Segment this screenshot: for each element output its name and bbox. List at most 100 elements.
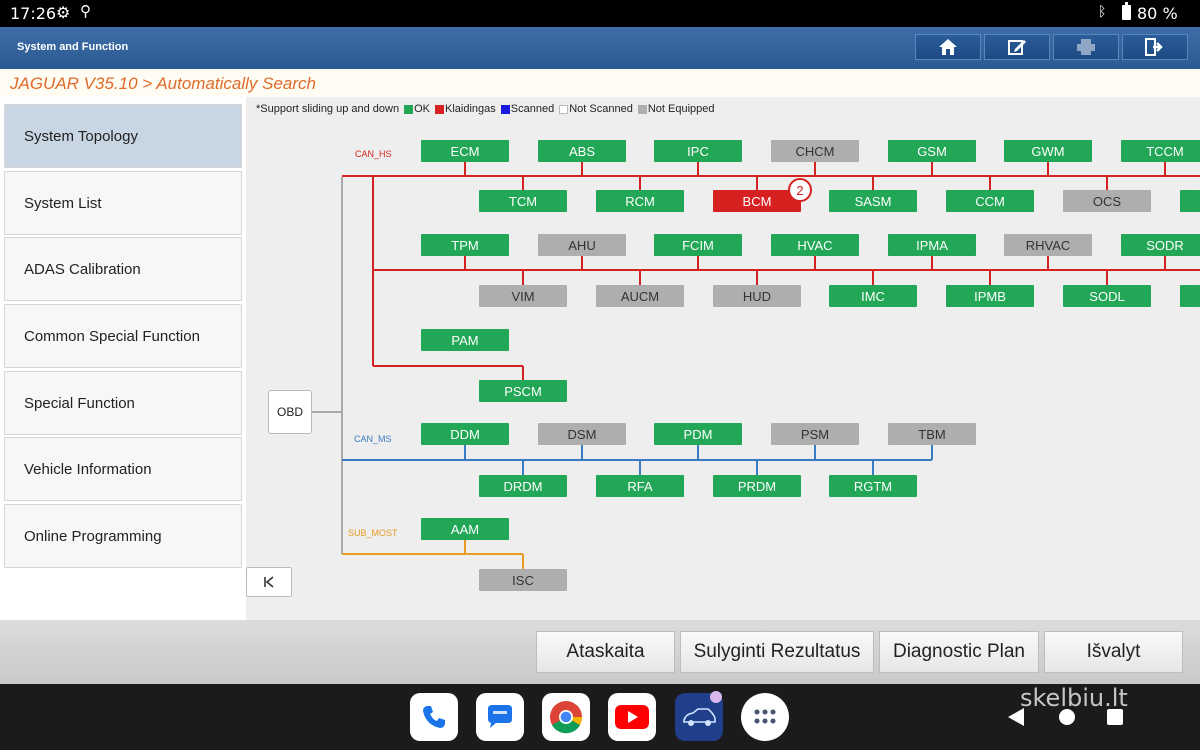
- print-button[interactable]: [1053, 34, 1119, 60]
- topology-panel[interactable]: *Support sliding up and down OK Klaiding…: [246, 97, 1200, 620]
- module-ocs[interactable]: OCS: [1063, 190, 1151, 212]
- chrome-icon: [550, 701, 583, 734]
- module-ccm[interactable]: CCM: [946, 190, 1034, 212]
- sidebar-item-adas-calibration[interactable]: ADAS Calibration: [4, 237, 242, 301]
- sidebar: System Topology System List ADAS Calibra…: [0, 97, 246, 620]
- youtube-app[interactable]: [608, 693, 656, 741]
- sidebar-item-online-programming[interactable]: Online Programming: [4, 504, 242, 568]
- module-abs[interactable]: ABS: [538, 140, 626, 162]
- module-rgtm[interactable]: RGTM: [829, 475, 917, 497]
- module-ahu[interactable]: AHU: [538, 234, 626, 256]
- module-drdm[interactable]: DRDM: [479, 475, 567, 497]
- sidebar-item-system-topology[interactable]: System Topology: [4, 104, 242, 168]
- bus-label-can-hs: CAN_HS: [355, 149, 392, 159]
- module-imc[interactable]: IMC: [829, 285, 917, 307]
- clock: 17:26: [10, 4, 57, 23]
- module-pdm[interactable]: PDM: [654, 423, 742, 445]
- module-ipc[interactable]: IPC: [654, 140, 742, 162]
- edit-icon: [1008, 40, 1026, 55]
- apps-grid-icon: [754, 709, 776, 724]
- messages-icon: [488, 705, 512, 728]
- module-hud[interactable]: HUD: [713, 285, 801, 307]
- module-vim[interactable]: VIM: [479, 285, 567, 307]
- car-icon: [683, 708, 716, 726]
- module-ecm[interactable]: ECM: [421, 140, 509, 162]
- fault-count-badge: 2: [788, 178, 812, 202]
- app-header: System and Function: [0, 27, 1200, 69]
- sidebar-item-vehicle-information[interactable]: Vehicle Information: [4, 437, 242, 501]
- sidebar-item-label: System List: [24, 195, 102, 212]
- phone-app[interactable]: [410, 693, 458, 741]
- sidebar-item-label: Vehicle Information: [24, 461, 152, 478]
- youtube-icon: [615, 705, 649, 729]
- module-gwm[interactable]: GWM: [1004, 140, 1092, 162]
- phone-icon: [423, 706, 445, 728]
- module-ipma[interactable]: IPMA: [888, 234, 976, 256]
- module-pam[interactable]: PAM: [421, 329, 509, 351]
- module-rcm[interactable]: RCM: [596, 190, 684, 212]
- sidebar-item-common-special-function[interactable]: Common Special Function: [4, 304, 242, 368]
- bus-label-sub-most: SUB_MOST: [348, 528, 398, 538]
- module-dsm[interactable]: DSM: [538, 423, 626, 445]
- diagnostic-plan-button[interactable]: Diagnostic Plan: [879, 631, 1039, 673]
- page-title: System and Function: [17, 41, 129, 53]
- sidebar-item-label: ADAS Calibration: [24, 261, 141, 278]
- sidebar-item-special-function[interactable]: Special Function: [4, 371, 242, 435]
- home-icon: [939, 39, 957, 55]
- module-hvac[interactable]: HVAC: [771, 234, 859, 256]
- obd-connector[interactable]: OBD: [268, 390, 312, 434]
- sidebar-item-label: Common Special Function: [24, 328, 200, 345]
- module-ipmb[interactable]: IPMB: [946, 285, 1034, 307]
- status-bar: 17:26 ⚙ ⚲ ᛒ 80 %: [0, 0, 1200, 27]
- notification-dot: [710, 691, 722, 703]
- sidebar-item-label: Online Programming: [24, 528, 162, 545]
- bus-label-can-ms: CAN_MS: [354, 434, 392, 444]
- module-tpm[interactable]: TPM: [421, 234, 509, 256]
- collapse-sidebar-button[interactable]: [246, 567, 292, 597]
- sidebar-item-label: Special Function: [24, 395, 135, 412]
- module-rhvac[interactable]: RHVAC: [1004, 234, 1092, 256]
- module-aucm[interactable]: AUCM: [596, 285, 684, 307]
- module-sodl[interactable]: SODL: [1063, 285, 1151, 307]
- chrome-app[interactable]: [542, 693, 590, 741]
- exit-button[interactable]: [1122, 34, 1188, 60]
- module-prdm[interactable]: PRDM: [713, 475, 801, 497]
- bus-lines: [312, 162, 1200, 569]
- printer-icon: [1077, 39, 1095, 55]
- edit-button[interactable]: [984, 34, 1050, 60]
- report-button[interactable]: Ataskaita: [536, 631, 675, 673]
- module-aam[interactable]: AAM: [421, 518, 509, 540]
- module-partial[interactable]: [1180, 190, 1200, 212]
- exit-icon: [1145, 38, 1163, 56]
- module-tcm[interactable]: TCM: [479, 190, 567, 212]
- module-ddm[interactable]: DDM: [421, 423, 509, 445]
- module-psm[interactable]: PSM: [771, 423, 859, 445]
- sidebar-item-system-list[interactable]: System List: [4, 171, 242, 235]
- android-nav-bar: skelbiu.lt: [0, 684, 1200, 750]
- module-tccm[interactable]: TCCM: [1121, 140, 1200, 162]
- settings-gear-icon: ⚙: [56, 5, 71, 22]
- battery-level: 80 %: [1137, 4, 1178, 23]
- compare-results-button[interactable]: Sulyginti Rezultatus: [680, 631, 874, 673]
- module-gsm[interactable]: GSM: [888, 140, 976, 162]
- module-sodr[interactable]: SODR: [1121, 234, 1200, 256]
- module-chcm[interactable]: CHCM: [771, 140, 859, 162]
- battery-icon: [1122, 2, 1131, 20]
- module-tbm[interactable]: TBM: [888, 423, 976, 445]
- breadcrumb-text: JAGUAR V35.10 > Automatically Search: [10, 74, 316, 93]
- app-drawer-button[interactable]: [741, 693, 789, 741]
- collapse-left-icon: [264, 576, 274, 588]
- bluetooth-icon: ᛒ: [1098, 3, 1107, 19]
- watermark: skelbiu.lt: [1020, 684, 1128, 712]
- usb-icon: ⚲: [80, 3, 91, 20]
- messages-app[interactable]: [476, 693, 524, 741]
- module-partial[interactable]: [1180, 285, 1200, 307]
- module-fcim[interactable]: FCIM: [654, 234, 742, 256]
- module-rfa[interactable]: RFA: [596, 475, 684, 497]
- module-isc[interactable]: ISC: [479, 569, 567, 591]
- module-sasm[interactable]: SASM: [829, 190, 917, 212]
- clear-button[interactable]: Išvalyt: [1044, 631, 1183, 673]
- module-pscm[interactable]: PSCM: [479, 380, 567, 402]
- sidebar-item-label: System Topology: [24, 128, 138, 145]
- home-button[interactable]: [915, 34, 981, 60]
